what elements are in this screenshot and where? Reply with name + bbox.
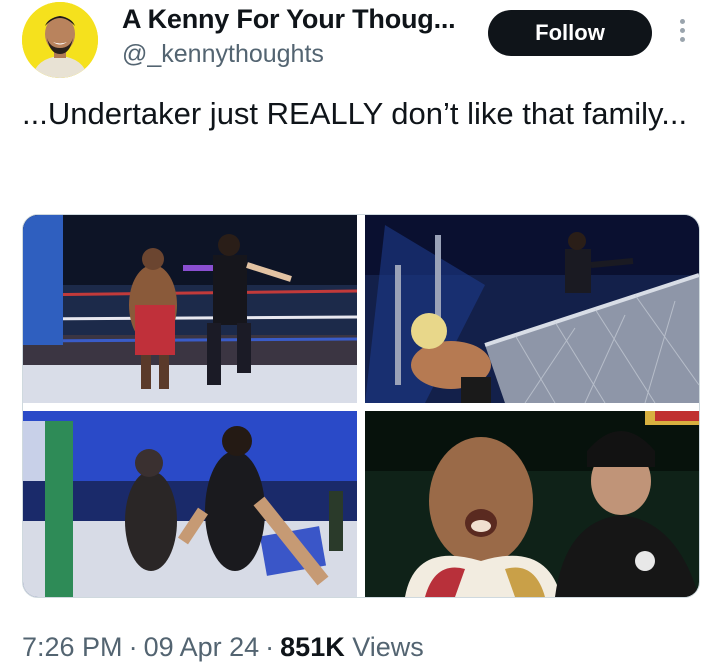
tweet-text: ...Undertaker just REALLY don’t like tha… bbox=[22, 96, 688, 131]
tweet-time[interactable]: 7:26 PM bbox=[22, 632, 123, 662]
media-photo-4[interactable] bbox=[365, 411, 699, 597]
views-label: Views bbox=[352, 632, 424, 662]
avatar[interactable] bbox=[22, 2, 98, 78]
media-photo-2[interactable] bbox=[365, 215, 699, 403]
separator: · bbox=[265, 632, 275, 662]
tweet-header: A Kenny For Your Thoug... @_kennythought… bbox=[0, 0, 720, 90]
follow-button[interactable]: Follow bbox=[488, 10, 652, 56]
author-display-name[interactable]: A Kenny For Your Thoug... bbox=[122, 4, 456, 35]
avatar-photo bbox=[22, 2, 98, 78]
views-count: 851K bbox=[280, 632, 345, 662]
media-photo-3[interactable] bbox=[23, 411, 357, 597]
more-vertical-icon[interactable] bbox=[672, 16, 692, 50]
media-grid bbox=[22, 214, 700, 598]
author-handle[interactable]: @_kennythoughts bbox=[122, 40, 324, 69]
separator: · bbox=[128, 632, 138, 662]
media-photo-1[interactable] bbox=[23, 215, 357, 403]
tweet-date[interactable]: 09 Apr 24 bbox=[144, 632, 260, 662]
tweet-metadata: 7:26 PM · 09 Apr 24 · 851K Views bbox=[22, 632, 424, 663]
